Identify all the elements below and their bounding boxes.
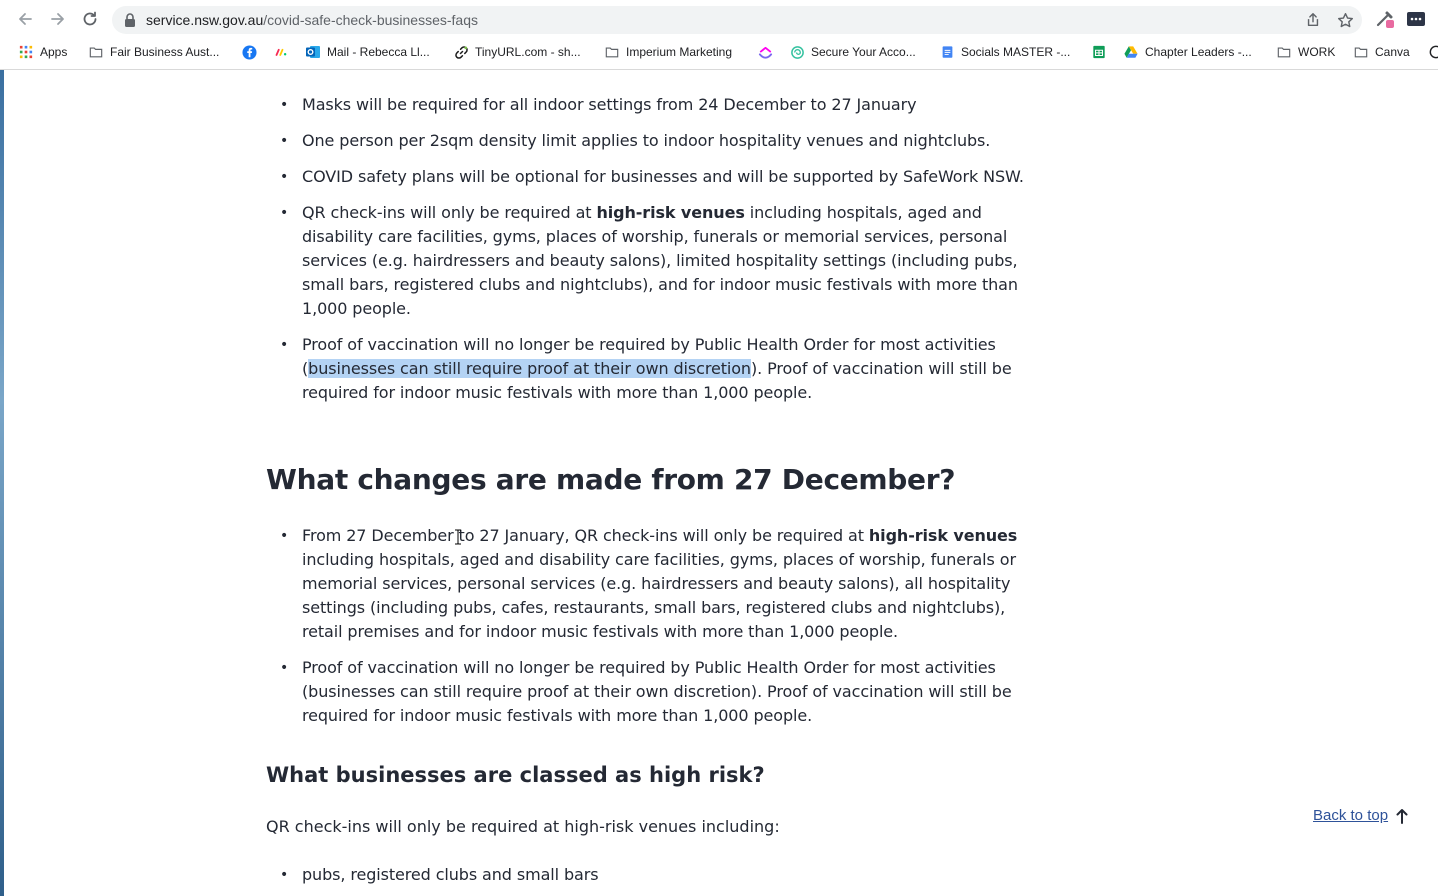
list-item: Proof of vaccination will no longer be r… (266, 656, 1046, 728)
bookmark-label: Apps (40, 45, 68, 59)
bookmark-monday[interactable] (273, 42, 295, 62)
bookmark-apps[interactable]: Apps (18, 42, 67, 62)
folder-icon (604, 44, 620, 60)
item-text: From 27 December to 27 January, QR check… (302, 526, 869, 545)
facebook-icon (241, 44, 257, 60)
bookmark-fair-business[interactable]: Fair Business Aust... (88, 42, 219, 62)
google-sheets-icon (1091, 44, 1107, 60)
list-item: pubs, registered clubs and small bars (266, 863, 1046, 887)
url-domain: service.nsw.gov.au (146, 12, 264, 28)
monday-icon (273, 44, 289, 60)
folder-icon (1353, 44, 1369, 60)
shield-swirl-icon (789, 44, 805, 60)
bookmark-star-icon[interactable] (1336, 11, 1354, 29)
bookmark-label: TinyURL.com - sh... (475, 45, 581, 59)
selected-text-highlight: businesses can still require proof at th… (308, 359, 751, 378)
bookmark-label: Chapter Leaders -... (1145, 45, 1252, 59)
list-item: Proof of vaccination will no longer be r… (266, 333, 1046, 405)
section2-list: From 27 December to 27 January, QR check… (266, 524, 1046, 728)
bookmark-label: Secure Your Acco... (811, 45, 916, 59)
bookmark-mail[interactable]: Mail - Rebecca Ll... (305, 42, 430, 62)
list-item: Masks will be required for all indoor se… (266, 93, 1046, 117)
section2-heading: What changes are made from 27 December? (266, 463, 956, 496)
bookmark-overflow[interactable] (1428, 42, 1438, 62)
page-content: Masks will be required for all indoor se… (0, 70, 1438, 896)
bookmark-label: Mail - Rebecca Ll... (327, 45, 430, 59)
outlook-icon (305, 44, 321, 60)
folder-icon (88, 44, 104, 60)
item-text: QR check-ins will only be required at (302, 203, 597, 222)
high-risk-venues-bold: high-risk venues (596, 203, 745, 222)
bookmarks-bar: Apps Fair Business Aust... Mail - Rebecc… (0, 38, 1438, 66)
reload-icon[interactable] (79, 8, 101, 30)
list-item: From 27 December to 27 January, QR check… (266, 524, 1046, 644)
high-risk-venues-bold: high-risk venues (868, 526, 1018, 545)
item-text: including hospitals, aged and disability… (302, 550, 1016, 641)
section3-intro: QR check-ins will only be required at hi… (266, 817, 780, 836)
bookmark-canva[interactable]: Canva (1353, 42, 1410, 62)
back-to-top-link[interactable]: Back to top (1313, 807, 1408, 824)
bookmark-imperium[interactable]: Imperium Marketing (604, 42, 732, 62)
url-path: /covid-safe-check-businesses-faqs (263, 12, 479, 28)
bookmark-label: Socials MASTER -... (961, 45, 1071, 59)
bookmark-sheets[interactable] (1091, 42, 1113, 62)
text-cursor-icon (455, 529, 461, 545)
forward-arrow-icon[interactable] (47, 8, 69, 30)
browser-toolbar: service.nsw.gov.au/covid-safe-check-busi… (0, 0, 1438, 38)
url-text: service.nsw.gov.au/covid-safe-check-busi… (146, 12, 478, 28)
bookmark-work[interactable]: WORK (1276, 42, 1335, 62)
lock-icon (125, 13, 135, 27)
google-drive-icon (1123, 44, 1139, 60)
bookmark-clickup[interactable] (757, 42, 779, 62)
bookmark-facebook[interactable] (241, 42, 263, 62)
section3-heading: What businesses are classed as high risk… (266, 763, 765, 787)
folder-icon (1276, 44, 1292, 60)
apps-grid-icon (18, 44, 34, 60)
section1-list: Masks will be required for all indoor se… (266, 93, 1046, 405)
list-item: One person per 2sqm density limit applie… (266, 129, 1046, 153)
browser-chrome: service.nsw.gov.au/covid-safe-check-busi… (0, 0, 1438, 70)
bookmark-label: WORK (1298, 45, 1336, 59)
bookmark-tinyurl[interactable]: TinyURL.com - sh... (453, 42, 581, 62)
list-item: COVID safety plans will be optional for … (266, 165, 1046, 189)
bookmark-label: Fair Business Aust... (110, 45, 220, 59)
tinyurl-icon (453, 44, 469, 60)
google-docs-icon (939, 44, 955, 60)
arrow-up-icon (1396, 808, 1408, 824)
back-to-top-label[interactable]: Back to top (1313, 807, 1388, 824)
bookmark-secure-account[interactable]: Secure Your Acco... (789, 42, 916, 62)
address-bar[interactable]: service.nsw.gov.au/covid-safe-check-busi… (112, 6, 1362, 34)
section3-list: pubs, registered clubs and small bars (266, 863, 1046, 887)
eyedropper-extension-icon[interactable] (1375, 9, 1395, 29)
bookmark-chapter-leaders[interactable]: Chapter Leaders -... (1123, 42, 1252, 62)
bookmark-label: Canva (1375, 45, 1410, 59)
bookmark-label: Imperium Marketing (626, 45, 733, 59)
share-icon[interactable] (1304, 11, 1322, 29)
globe-icon (1428, 44, 1438, 60)
more-extension-icon[interactable] (1406, 9, 1426, 29)
list-item: QR check-ins will only be required at hi… (266, 201, 1046, 321)
back-arrow-icon[interactable] (14, 8, 36, 30)
clickup-icon (757, 44, 773, 60)
bookmark-socials-master[interactable]: Socials MASTER -... (939, 42, 1070, 62)
